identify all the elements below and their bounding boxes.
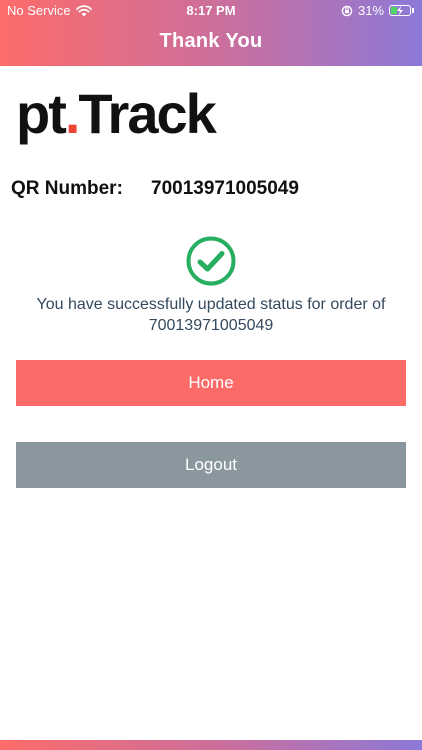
status-time: 8:17 PM [186,3,236,18]
pttrack-logo: pt.Track [16,86,217,142]
success-message-line1: You have successfully updated status for… [36,296,386,313]
status-right: 31% [341,3,414,18]
status-left: No Service [7,3,92,18]
battery-nub [412,8,414,13]
carrier-label: No Service [7,3,71,18]
logo-text-track: Track [78,82,216,145]
qr-number-label: QR Number: [11,178,123,199]
battery-percent: 31% [357,3,384,18]
battery-charging-icon [389,5,411,16]
bolt-icon [397,5,403,15]
success-message-order: 70013971005049 [148,317,274,334]
app-header: No Service 8:17 PM 31% Thank You [0,0,422,66]
wifi-icon [75,4,92,16]
bottom-gradient-bar [0,740,422,750]
qr-number-value: 70013971005049 [151,178,299,199]
home-button[interactable]: Home [16,360,406,406]
orientation-lock-icon [341,5,353,16]
check-circle-icon [186,236,236,286]
logo-dot: . [64,82,81,145]
logout-button[interactable]: Logout [16,442,406,488]
page-title: Thank You [159,30,263,52]
success-message: You have successfully updated status for… [20,294,402,336]
logo-text-pt: pt [16,82,67,145]
status-bar: No Service 8:17 PM 31% [0,0,422,22]
